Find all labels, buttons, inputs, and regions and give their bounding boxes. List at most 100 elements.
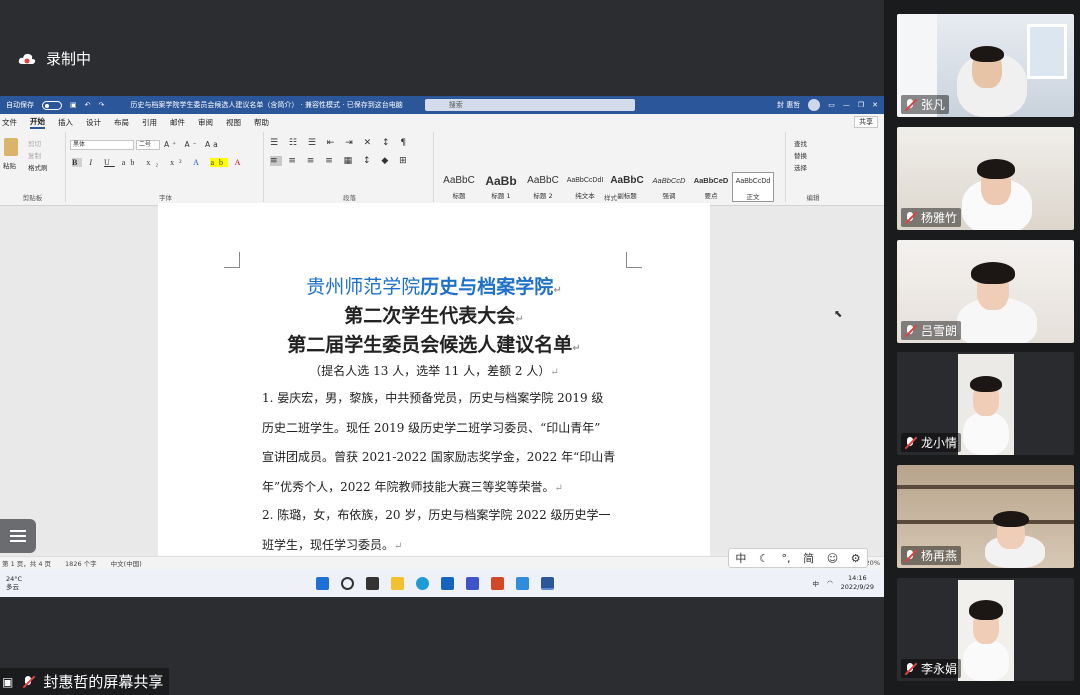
style-emphasis[interactable]: AaBbCcD 强调 xyxy=(648,172,690,202)
wifi-icon[interactable]: ◠ xyxy=(827,579,833,587)
style-plain[interactable]: AaBbCcDdI 纯文本 xyxy=(564,172,606,202)
replace-button[interactable]: 替换 xyxy=(794,150,807,160)
ime-mode[interactable]: 中 xyxy=(735,550,746,566)
word-icon[interactable] xyxy=(541,576,554,590)
font-name-select[interactable]: 黑体 xyxy=(70,140,134,150)
app-icon[interactable] xyxy=(466,576,479,590)
ime-punct[interactable]: °, xyxy=(781,552,790,565)
store-icon[interactable] xyxy=(441,576,454,590)
autosave-toggle[interactable] xyxy=(42,100,62,110)
participant-tile[interactable]: 杨雅竹 xyxy=(897,127,1074,230)
settings-icon[interactable]: ⚙ xyxy=(851,552,861,565)
menu-review[interactable]: 审阅 xyxy=(198,117,213,128)
menu-design[interactable]: 设计 xyxy=(86,117,101,128)
search-input[interactable]: 搜索 xyxy=(424,99,635,111)
emoji-icon[interactable]: ☺ xyxy=(827,552,838,565)
mic-muted-icon xyxy=(903,98,917,112)
windows-taskbar: 24°C 多云 中 ◠ 14:16 2022/9/29 xyxy=(0,569,884,597)
paste-icon[interactable] xyxy=(4,138,18,156)
style-preview: AaBbC xyxy=(527,175,559,186)
menu-line xyxy=(10,535,26,537)
redo-icon[interactable]: ↷ xyxy=(99,101,105,109)
document-page[interactable]: 贵州师范学院历史与档案学院↵ 第二次学生代表大会↵ 第二届学生委员会候选人建议名… xyxy=(158,203,710,556)
menu-layout[interactable]: 布局 xyxy=(114,117,129,128)
share-button-label: 共享 xyxy=(859,118,873,126)
format-buttons[interactable]: B I U ab x₂ x² A ab A xyxy=(72,158,245,167)
language[interactable]: 中文(中国) xyxy=(111,558,142,568)
menu-mailings[interactable]: 邮件 xyxy=(170,117,185,128)
menu-insert[interactable]: 插入 xyxy=(58,117,73,128)
powerpoint-icon[interactable] xyxy=(491,576,504,590)
ribbon: 粘贴 剪切 复制 格式刷 剪贴板 黑体 二号 A⁺ A⁻ Aa B I U ab… xyxy=(0,130,884,206)
minimize-icon[interactable]: — xyxy=(843,101,850,109)
tray-lang[interactable]: 中 xyxy=(812,578,819,588)
style-name: 标题 2 xyxy=(533,192,553,200)
participant-tile[interactable]: 杨再燕 xyxy=(897,465,1074,568)
ime-simp[interactable]: 简 xyxy=(803,550,814,566)
menu-bar: 文件 开始 插入 设计 布局 引用 邮件 审阅 视图 帮助 共享 xyxy=(0,114,884,130)
maximize-icon[interactable]: ❐ xyxy=(858,101,864,109)
window xyxy=(1027,24,1067,79)
participant-name-tag: 吕雪朗 xyxy=(901,321,962,340)
ribbon-display-icon[interactable]: ▭ xyxy=(828,101,835,109)
system-tray: 中 ◠ 14:16 2022/9/29 xyxy=(812,574,884,592)
mic-muted-icon xyxy=(903,324,917,338)
style-strong[interactable]: AaBbCeD 要点 xyxy=(690,172,732,202)
para2-last: 班学生，现任学习委员。 xyxy=(262,537,395,552)
menu-help[interactable]: 帮助 xyxy=(254,117,269,128)
participant-tile[interactable]: 李永娟 xyxy=(897,578,1074,681)
user-name: 封 惠哲 xyxy=(776,101,801,109)
select-button[interactable]: 选择 xyxy=(794,162,807,172)
clock[interactable]: 14:16 2022/9/29 xyxy=(841,574,874,592)
avatar[interactable] xyxy=(808,99,821,111)
style-title[interactable]: AaBbC 标题 xyxy=(438,172,480,202)
page-count[interactable]: 第 1 页，共 4 页 xyxy=(2,558,51,568)
edge-icon[interactable] xyxy=(416,576,429,590)
style-heading2[interactable]: AaBbC 标题 2 xyxy=(522,172,564,202)
paste-button[interactable]: 粘贴 xyxy=(3,160,16,170)
align-buttons[interactable]: ≡ ≡ ≡ ≡ ▦ ↕ ◆ ⊞ xyxy=(270,156,411,166)
menu-view[interactable]: 视图 xyxy=(226,117,241,128)
cut-button[interactable]: 剪切 xyxy=(28,138,41,148)
mic-muted-icon xyxy=(903,549,917,563)
file-explorer-icon[interactable] xyxy=(391,576,404,590)
search-icon[interactable] xyxy=(341,576,354,590)
style-subtitle[interactable]: AaBbC 副标题 xyxy=(606,172,648,202)
font-size-select[interactable]: 二号 xyxy=(136,140,160,150)
person-hair xyxy=(969,600,1003,620)
style-preview: AaBbCcDd xyxy=(735,178,771,185)
editing-group: 查找 替换 选择 编辑 xyxy=(788,132,838,202)
styles-gallery: AaBbC 标题 AaBb 标题 1 AaBbC 标题 2 AaBbCcDdI 纯文本 … xyxy=(438,172,774,202)
style-name: 正文 xyxy=(746,193,760,201)
moon-icon[interactable]: ☾ xyxy=(759,552,769,565)
menu-home[interactable]: 开始 xyxy=(30,116,45,129)
doc-title-college: 历史与档案学院 xyxy=(420,276,554,298)
list-buttons[interactable]: ☰ ☷ ☰ ⇤ ⇥ ✕ ↕ ¶ xyxy=(270,138,410,148)
mouse-cursor-icon: ⬉ xyxy=(834,309,843,320)
participant-tile[interactable]: 吕雪朗 xyxy=(897,240,1074,343)
format-painter-button[interactable]: 格式刷 xyxy=(28,162,48,172)
word-count[interactable]: 1826 个字 xyxy=(65,558,97,568)
weather-widget[interactable]: 24°C 多云 xyxy=(0,575,60,591)
participant-tile[interactable]: 龙小情 xyxy=(897,352,1074,455)
shelf xyxy=(897,485,1074,489)
find-button[interactable]: 查找 xyxy=(794,138,807,148)
meeting-icon[interactable] xyxy=(516,576,529,590)
save-icon[interactable]: ▣ xyxy=(70,101,77,109)
style-heading1[interactable]: AaBb 标题 1 xyxy=(480,172,522,202)
participant-tile[interactable]: 张凡 xyxy=(897,14,1074,117)
menu-references[interactable]: 引用 xyxy=(142,117,157,128)
undo-icon[interactable]: ↶ xyxy=(85,101,91,109)
font-size-buttons[interactable]: A⁺ A⁻ Aa xyxy=(164,140,221,149)
copy-button[interactable]: 复制 xyxy=(28,150,41,160)
style-normal[interactable]: AaBbCcDd 正文 xyxy=(732,172,774,202)
share-button[interactable]: 共享 xyxy=(854,116,878,128)
close-icon[interactable]: ✕ xyxy=(872,101,878,109)
menu-file[interactable]: 文件 xyxy=(2,117,17,128)
doc-subtitle: （提名人选 13 人，选举 11 人，差额 2 人）↵ xyxy=(309,364,559,378)
doc-title-list: 第二届学生委员会候选人建议名单 xyxy=(287,334,573,356)
zoom-level[interactable]: 20% xyxy=(866,559,884,567)
task-view-icon[interactable] xyxy=(366,576,379,590)
floating-menu-button[interactable] xyxy=(0,519,36,553)
start-icon[interactable] xyxy=(316,576,329,590)
